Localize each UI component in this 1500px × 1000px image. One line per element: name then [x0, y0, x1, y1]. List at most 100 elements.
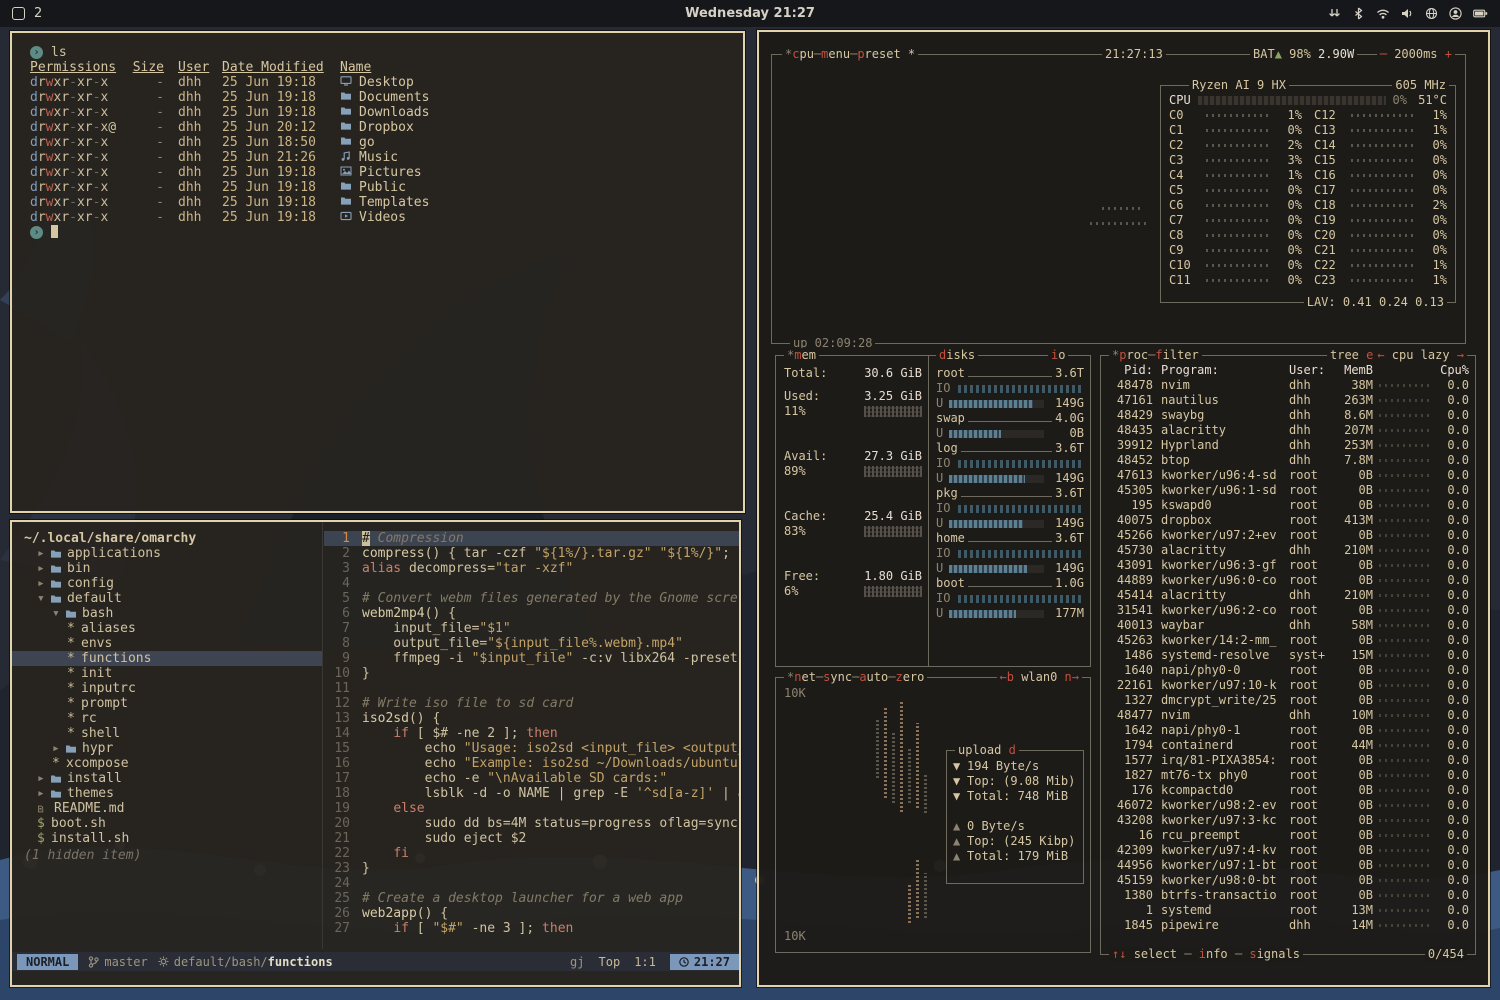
update-interval[interactable]: ─ 2000ms + — [1377, 47, 1455, 62]
process-row[interactable]: 22161kworker/u97:10-kroot0B0.0 — [1101, 678, 1475, 693]
updates-icon[interactable] — [1328, 7, 1341, 20]
tree-tab[interactable]: tree e — [1327, 348, 1376, 363]
tree-item-config[interactable]: ▸config — [12, 576, 322, 591]
battery-icon[interactable] — [1473, 7, 1488, 20]
process-row[interactable]: 1642napi/phy0-1root0B0.0 — [1101, 723, 1475, 738]
tab[interactable]: *proc — [1112, 348, 1148, 362]
tab[interactable]: zero — [895, 670, 924, 684]
process-row[interactable]: 48478nvimdhh38M0.0 — [1101, 378, 1475, 393]
process-row[interactable]: 1486systemd-resolvesyst+15M0.0 — [1101, 648, 1475, 663]
process-row[interactable]: 46072kworker/u98:2-evroot0B0.0 — [1101, 798, 1475, 813]
footer-action[interactable]: signals — [1249, 947, 1300, 961]
io-tab[interactable]: io — [1048, 348, 1068, 363]
system-monitor-window-btop[interactable]: *cpu─menu─preset * 21:27:13 BAT▲ 98% 2.9… — [757, 30, 1490, 987]
process-row[interactable]: 1845pipewiredhh14M0.0 — [1101, 918, 1475, 933]
process-row[interactable]: 48477nvimdhh10M0.0 — [1101, 708, 1475, 723]
tree-item-bin[interactable]: ▸bin — [12, 561, 322, 576]
process-row[interactable]: 48429swaybgdhh8.6M0.0 — [1101, 408, 1475, 423]
tab[interactable]: preset * — [857, 47, 915, 61]
net-tabs[interactable]: *net─sync─auto─zero — [784, 670, 927, 685]
process-row[interactable]: 42309kworker/u97:4-kvroot0B0.0 — [1101, 843, 1475, 858]
mem-tab[interactable]: *mem — [784, 348, 819, 363]
network-icon[interactable] — [1425, 7, 1438, 20]
process-row[interactable]: 40075dropboxroot413M0.0 — [1101, 513, 1475, 528]
tab[interactable]: *net — [787, 670, 816, 684]
tree-item-install.sh[interactable]: $install.sh — [12, 831, 322, 846]
net-stats-title[interactable]: upload d — [955, 743, 1019, 758]
tab[interactable]: *cpu — [785, 47, 814, 61]
process-row[interactable]: 48435alacrittydhh207M0.0 — [1101, 423, 1475, 438]
process-row[interactable]: 1640napi/phy0-0root0B0.0 — [1101, 663, 1475, 678]
tab[interactable]: sync — [823, 670, 852, 684]
process-row[interactable]: 44889kworker/u96:0-coroot0B0.0 — [1101, 573, 1475, 588]
disk-pkg: pkg3.6T IO U149G — [936, 486, 1084, 531]
tree-item-aliases[interactable]: *aliases — [12, 621, 322, 636]
tree-item-init[interactable]: *init — [12, 666, 322, 681]
process-mem-graph — [1379, 744, 1433, 747]
footer-action[interactable]: ↑↓ select — [1112, 947, 1177, 961]
tree-item-xcompose[interactable]: *xcompose — [12, 756, 322, 771]
process-row[interactable]: 31541kworker/u96:2-coroot0B0.0 — [1101, 603, 1475, 618]
process-row[interactable]: 45730alacrittydhh210M0.0 — [1101, 543, 1475, 558]
file-row: drwxr-xr-x-dhh25 Jun 19:18Templates — [30, 195, 743, 210]
process-row[interactable]: 1327dmcrypt_write/25root0B0.0 — [1101, 693, 1475, 708]
tree-item-boot.sh[interactable]: $boot.sh — [12, 816, 322, 831]
tree-item-hypr[interactable]: ▸hypr — [12, 741, 322, 756]
process-row[interactable]: 1577irq/81-PIXA3854:root0B0.0 — [1101, 753, 1475, 768]
process-row[interactable]: 45159kworker/u98:0-btroot0B0.0 — [1101, 873, 1475, 888]
tree-item-applications[interactable]: ▸applications — [12, 546, 322, 561]
process-row[interactable]: 45263kworker/14:2-mm_root0B0.0 — [1101, 633, 1475, 648]
process-row[interactable]: 176kcompactd0root0B0.0 — [1101, 783, 1475, 798]
cpu-tabs[interactable]: *cpu─menu─preset * — [782, 47, 918, 62]
process-row[interactable]: 45414alacrittydhh210M0.0 — [1101, 588, 1475, 603]
process-mem-graph — [1379, 819, 1433, 822]
tree-item-bash[interactable]: ▾bash — [12, 606, 322, 621]
proc-tabs[interactable]: *proc─filter — [1109, 348, 1202, 363]
tree-item-README.md[interactable]: README.md — [12, 801, 322, 816]
tree-item-shell[interactable]: *shell — [12, 726, 322, 741]
process-mem-graph — [1379, 864, 1433, 867]
wifi-icon[interactable] — [1376, 7, 1390, 20]
process-row[interactable]: 43091kworker/u96:3-gfroot0B0.0 — [1101, 558, 1475, 573]
process-row[interactable]: 45305kworker/u96:1-sdroot0B0.0 — [1101, 483, 1475, 498]
tree-item-default[interactable]: ▾default — [12, 591, 322, 606]
process-row[interactable]: 195kswapd0root0B0.0 — [1101, 498, 1475, 513]
process-row[interactable]: 47613kworker/u96:4-sdroot0B0.0 — [1101, 468, 1475, 483]
tree-item-envs[interactable]: *envs — [12, 636, 322, 651]
tree-item-prompt[interactable]: *prompt — [12, 696, 322, 711]
process-row[interactable]: 40013waybardhh58M0.0 — [1101, 618, 1475, 633]
process-row[interactable]: 43208kworker/u97:3-kcroot0B0.0 — [1101, 813, 1475, 828]
process-row[interactable]: 1827mt76-tx phy0root0B0.0 — [1101, 768, 1475, 783]
network-interface[interactable]: ←b wlan0 n→ — [997, 670, 1083, 685]
editor-window-neovim[interactable]: ~/.local/share/omarchy▸applications▸bin▸… — [10, 520, 741, 987]
tab[interactable]: auto — [859, 670, 888, 684]
tab[interactable]: filter — [1155, 348, 1198, 362]
process-row[interactable]: 44956kworker/u97:1-btroot0B0.0 — [1101, 858, 1475, 873]
volume-icon[interactable] — [1401, 7, 1414, 20]
cpu-panel: *cpu─menu─preset * 21:27:13 BAT▲ 98% 2.9… — [771, 54, 1466, 344]
process-row[interactable]: 39912Hyprlanddhh253M0.0 — [1101, 438, 1475, 453]
footer-action[interactable]: info — [1199, 947, 1228, 961]
process-row[interactable]: 45266kworker/u97:2+evroot0B0.0 — [1101, 528, 1475, 543]
process-row[interactable]: 1380btrfs-transactioroot0B0.0 — [1101, 888, 1475, 903]
process-row[interactable]: 47161nautilusdhh263M0.0 — [1101, 393, 1475, 408]
process-row[interactable]: 1794containerdroot44M0.0 — [1101, 738, 1475, 753]
io-meter — [958, 505, 1084, 513]
disks-tab[interactable]: disks — [936, 348, 978, 363]
tree-item-functions[interactable]: *functions — [12, 651, 322, 666]
cpu-lazy-tab[interactable]: ← cpu lazy → — [1374, 348, 1467, 363]
tree-item-install[interactable]: ▸install — [12, 771, 322, 786]
tree-item-rc[interactable]: *rc — [12, 711, 322, 726]
tab[interactable]: menu — [821, 47, 850, 61]
proc-footer[interactable]: ↑↓ select ─ info ─ signals — [1109, 947, 1303, 962]
process-row[interactable]: 48452btopdhh7.8M0.0 — [1101, 453, 1475, 468]
process-row[interactable]: 1systemdroot13M0.0 — [1101, 903, 1475, 918]
bluetooth-icon[interactable] — [1352, 7, 1365, 20]
clock[interactable]: Wednesday 21:27 — [0, 6, 1500, 21]
terminal-window-ls[interactable]: ›lsPermissionsSizeUserDate ModifiedNamed… — [10, 31, 745, 513]
user-icon[interactable] — [1449, 7, 1462, 20]
tree-item-inputrc[interactable]: *inputrc — [12, 681, 322, 696]
core-row: C100%C221% — [1161, 258, 1455, 273]
process-row[interactable]: 16rcu_preemptroot0B0.0 — [1101, 828, 1475, 843]
tree-item-themes[interactable]: ▸themes — [12, 786, 322, 801]
